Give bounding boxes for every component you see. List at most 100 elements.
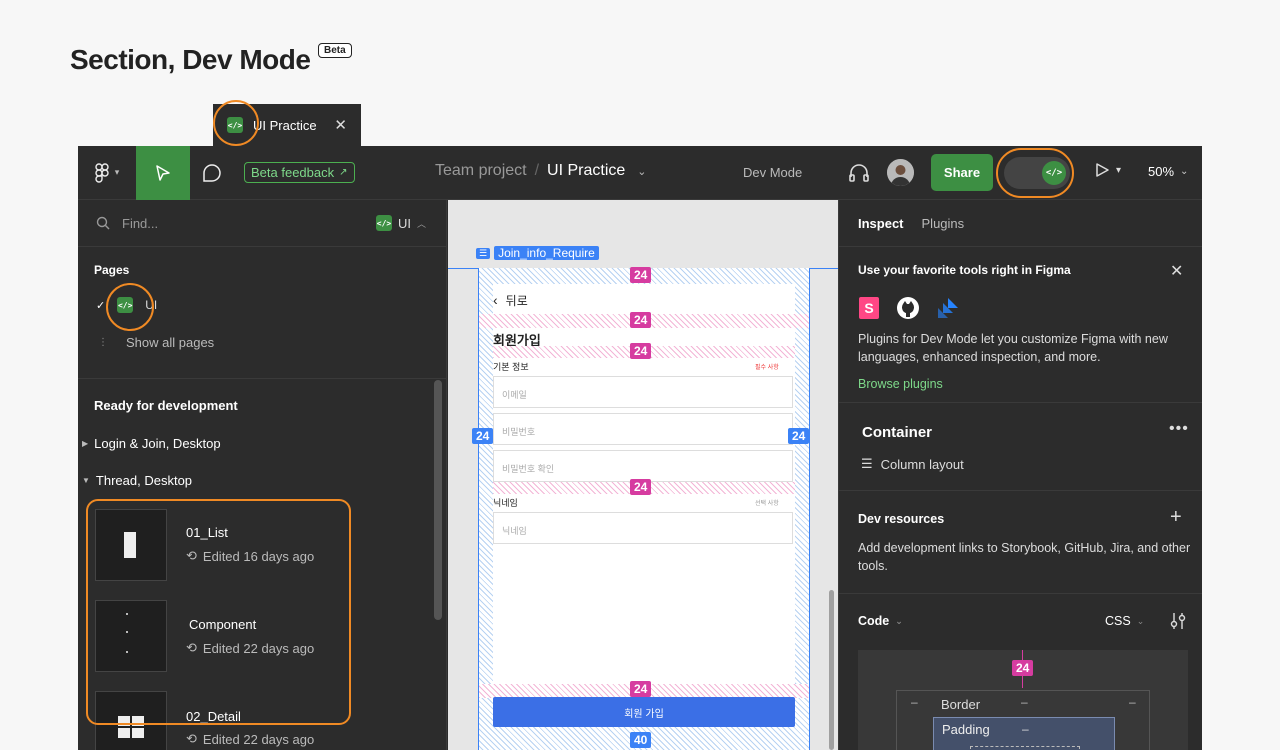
tab-inspect[interactable]: Inspect bbox=[858, 216, 904, 231]
close-icon[interactable]: ✕ bbox=[1170, 261, 1183, 281]
group-label: Thread, Desktop bbox=[95, 473, 193, 488]
page-selector-label: UI bbox=[397, 215, 411, 231]
promo-title: Use your favorite tools right in Figma bbox=[858, 263, 1071, 277]
breadcrumb-team[interactable]: Team project bbox=[435, 162, 527, 180]
group-thread[interactable]: ▼ Thread, Desktop bbox=[82, 473, 192, 488]
share-button[interactable]: Share bbox=[931, 154, 993, 191]
back-button[interactable]: ‹ 뒤로 bbox=[493, 292, 528, 309]
selected-frame[interactable]: ‹ 뒤로 회원가입 기본 정보 필수 사항 이메일 비밀번호 비밀번호 확인 닉네… bbox=[478, 268, 810, 750]
nickname-field[interactable]: 닉네임 bbox=[493, 512, 793, 544]
storybook-icon: S bbox=[859, 297, 879, 319]
spacing-label: 24 bbox=[472, 428, 494, 444]
divider bbox=[839, 490, 1202, 491]
highlight-ring bbox=[996, 148, 1074, 198]
tab-plugins[interactable]: Plugins bbox=[922, 216, 965, 231]
scrollbar[interactable] bbox=[829, 590, 834, 750]
ready-for-dev-title: Ready for development bbox=[94, 398, 238, 413]
column-layout-icon: ☰ bbox=[861, 456, 873, 471]
play-icon bbox=[1096, 163, 1109, 177]
main-menu-button[interactable]: ▾ bbox=[78, 146, 136, 200]
avatar[interactable] bbox=[887, 159, 914, 186]
divider bbox=[839, 402, 1202, 403]
border-right-value: – bbox=[1129, 695, 1136, 709]
dev-code-icon: </> bbox=[375, 215, 392, 231]
figma-logo-icon bbox=[95, 162, 109, 183]
dev-mode-label: Dev Mode bbox=[743, 165, 803, 180]
box-model-diagram: 24 – Border – – Padding – bbox=[858, 650, 1188, 750]
caret-right-icon: ▶ bbox=[82, 439, 89, 448]
border-box: – Border – – Padding – bbox=[896, 690, 1150, 750]
promo-icons: S bbox=[858, 296, 960, 320]
group-label: Login & Join, Desktop bbox=[94, 436, 221, 451]
github-icon bbox=[897, 297, 919, 319]
beta-badge: Beta bbox=[318, 43, 352, 58]
frame-label-text: Join_info_Require bbox=[494, 246, 599, 260]
search-input[interactable]: Find... bbox=[122, 216, 158, 231]
chevron-up-icon: ︿ bbox=[416, 218, 426, 229]
close-icon[interactable]: ✕ bbox=[334, 116, 347, 134]
email-field[interactable]: 이메일 bbox=[493, 376, 793, 408]
search-icon bbox=[96, 216, 110, 230]
edited-label: Edited 22 days ago bbox=[202, 731, 315, 747]
inspect-panel: Inspect Plugins Use your favorite tools … bbox=[838, 200, 1202, 750]
highlight-ring bbox=[213, 100, 259, 146]
move-tool-button[interactable] bbox=[136, 146, 190, 200]
code-language-select[interactable]: CSS ⌄ bbox=[1105, 614, 1144, 628]
show-all-pages-button[interactable]: ⋮ Show all pages bbox=[98, 335, 214, 350]
spacing-label: 24 bbox=[630, 343, 652, 359]
more-vertical-icon: ⋮ bbox=[98, 337, 108, 348]
pages-title: Pages bbox=[94, 263, 130, 277]
canvas[interactable]: ☰ Join_info_Require ‹ 뒤로 회원가입 기본 정보 필수 사항… bbox=[448, 200, 838, 750]
promo-text: Plugins for Dev Mode let you customize F… bbox=[858, 332, 1168, 364]
add-icon[interactable]: + bbox=[1170, 506, 1182, 529]
headphones-icon[interactable] bbox=[848, 163, 870, 188]
code-language-value: CSS bbox=[1105, 614, 1131, 628]
zoom-value: 50% bbox=[1148, 164, 1175, 179]
show-all-label: Show all pages bbox=[126, 335, 215, 350]
password-confirm-field[interactable]: 비밀번호 확인 bbox=[493, 450, 793, 482]
list-item-edited: ⟲ Edited 22 days ago bbox=[186, 731, 314, 747]
chevron-down-icon: ⌄ bbox=[1136, 615, 1145, 626]
settings-sliders-icon[interactable] bbox=[1170, 612, 1186, 635]
chevron-down-icon: ⌄ bbox=[895, 615, 903, 626]
divider bbox=[78, 378, 447, 379]
comment-tool-button[interactable] bbox=[190, 146, 234, 200]
chevron-down-icon: ▾ bbox=[1116, 164, 1122, 176]
history-icon: ⟲ bbox=[186, 731, 197, 746]
group-login-join[interactable]: ▶ Login & Join, Desktop bbox=[82, 436, 221, 451]
container-title: Container bbox=[862, 424, 933, 441]
highlight-ring bbox=[106, 283, 154, 331]
caret-down-icon: ▼ bbox=[82, 476, 90, 485]
chevron-down-icon[interactable]: ⌄ bbox=[637, 165, 646, 178]
column-layout-label: Column layout bbox=[880, 456, 964, 472]
more-options-icon[interactable]: ••• bbox=[1169, 420, 1189, 438]
divider bbox=[839, 593, 1202, 594]
section-heading: Section, Dev Mode bbox=[70, 44, 311, 75]
code-section-toggle[interactable]: Code ⌄ bbox=[858, 614, 903, 628]
content-box bbox=[970, 746, 1080, 750]
join-button[interactable]: 회원 가입 bbox=[493, 697, 795, 727]
zoom-selector[interactable]: 50% ⌄ bbox=[1148, 164, 1188, 179]
scrollbar[interactable] bbox=[434, 380, 442, 620]
margin-top-value: 24 bbox=[1012, 660, 1034, 676]
section-label: 닉네임 bbox=[493, 498, 518, 508]
external-link-icon: ↗ bbox=[339, 167, 348, 178]
find-bar[interactable]: Find... </> UI ︿ bbox=[78, 200, 446, 247]
jira-icon bbox=[938, 298, 958, 318]
page-selector[interactable]: </> UI ︿ bbox=[375, 215, 426, 231]
spacing-label: 24 bbox=[630, 681, 652, 697]
border-top-value: – bbox=[1021, 695, 1028, 709]
comment-icon bbox=[203, 163, 221, 182]
beta-feedback-button[interactable]: Beta feedback ↗ bbox=[244, 162, 355, 183]
breadcrumb-file[interactable]: UI Practice bbox=[547, 162, 625, 180]
spacing-label: 24 bbox=[630, 312, 652, 328]
spacing-label: 24 bbox=[630, 267, 652, 283]
password-field[interactable]: 비밀번호 bbox=[493, 413, 793, 445]
chevron-left-icon: ‹ bbox=[493, 292, 498, 308]
present-button[interactable]: ▾ bbox=[1094, 162, 1121, 178]
file-tab-label: UI Practice bbox=[253, 117, 317, 133]
svg-text:S: S bbox=[864, 300, 873, 316]
browse-plugins-link[interactable]: Browse plugins bbox=[858, 377, 943, 391]
highlight-box bbox=[86, 499, 351, 725]
frame-label[interactable]: ☰ Join_info_Require bbox=[476, 246, 599, 260]
